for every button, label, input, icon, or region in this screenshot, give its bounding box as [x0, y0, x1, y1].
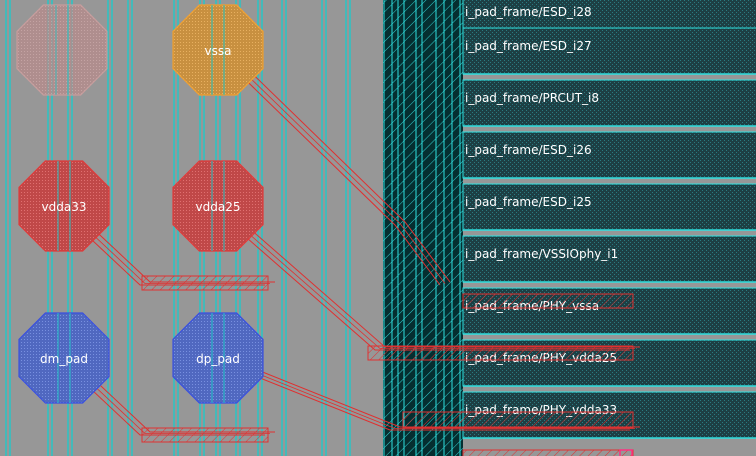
- core-ring: [383, 0, 463, 456]
- pad-vdda33[interactable]: vdda33: [18, 160, 110, 252]
- cell-label: i_pad_frame/PRCUT_i8: [465, 91, 599, 105]
- frame-cell[interactable]: i_pad_frame/PRCUT_i8: [462, 79, 756, 127]
- layout-canvas[interactable]: i_pad_frame/ESD_i28 i_pad_frame/ESD_i27 i_…: [0, 0, 756, 456]
- frame-cell[interactable]: i_pad_frame/ESD_i26: [462, 131, 756, 179]
- frame-cell[interactable]: i_pad_frame/VSSIOphy_i1: [462, 235, 756, 283]
- route-bar: [141, 275, 269, 291]
- cell-label: i_pad_frame/ESD_i25: [465, 195, 592, 209]
- pad-label: dm_pad: [40, 352, 88, 366]
- pad-label: vdda25: [196, 200, 241, 214]
- pad-dp_pad[interactable]: dp_pad: [172, 312, 264, 404]
- cell-label: i_pad_frame/ESD_i28: [465, 5, 592, 19]
- pad-vdda25[interactable]: vdda25: [172, 160, 264, 252]
- cell-label: i_pad_frame/VSSIOphy_i1: [465, 247, 618, 261]
- cell-label: i_pad_frame/ESD_i26: [465, 143, 592, 157]
- route-bar: [402, 411, 634, 429]
- route-bar: [462, 293, 634, 309]
- pad-label: dp_pad: [196, 352, 240, 366]
- route-bar: [462, 449, 634, 456]
- route-bar: [367, 345, 634, 361]
- pad-vssa[interactable]: vssa: [172, 4, 264, 96]
- pad-label: vdda33: [42, 200, 87, 214]
- pad-frame-cells: i_pad_frame/ESD_i28 i_pad_frame/ESD_i27 i_…: [462, 0, 756, 439]
- pad-dm_pad[interactable]: dm_pad: [18, 312, 110, 404]
- cell-label: i_pad_frame/ESD_i27: [465, 39, 592, 53]
- route-bar: [141, 427, 269, 443]
- frame-cell[interactable]: i_pad_frame/ESD_i25: [462, 183, 756, 231]
- frame-cell[interactable]: i_pad_frame/ESD_i27: [462, 27, 756, 75]
- pad-label: vssa: [205, 44, 232, 58]
- pad-faded[interactable]: [16, 4, 108, 96]
